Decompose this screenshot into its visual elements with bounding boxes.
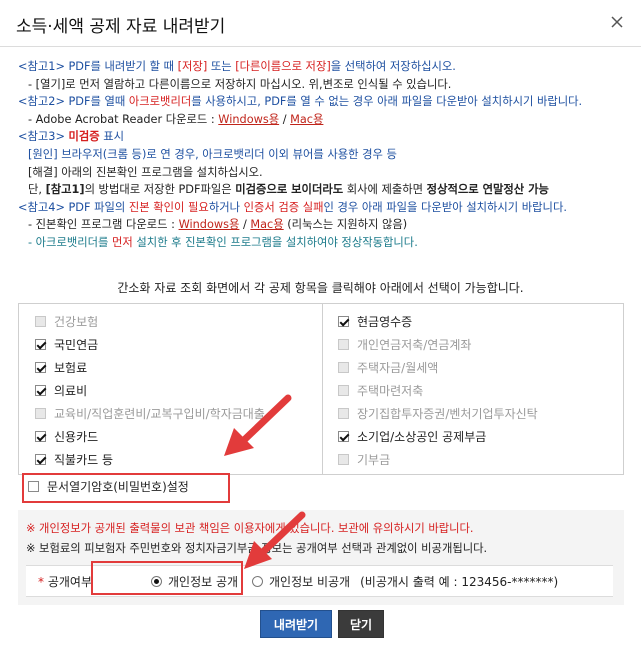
close-icon[interactable] <box>607 12 627 32</box>
right-item[interactable]: 소기업/소상공인 공제부금 <box>338 427 486 445</box>
right-item: 주택자금/월세액 <box>338 358 438 376</box>
note3: <참고3> 미검증 표시 <box>18 130 125 144</box>
item-label: 건강보험 <box>54 314 99 329</box>
radio-private[interactable]: 개인정보 비공개 (비공개시 출력 예 : 123456-*******) <box>252 573 558 590</box>
item-checkbox[interactable] <box>35 338 46 350</box>
item-checkbox[interactable] <box>338 315 349 327</box>
left-item[interactable]: 보험료 <box>35 358 87 376</box>
item-checkbox[interactable] <box>35 453 46 465</box>
item-label: 국민연금 <box>54 337 99 352</box>
left-item[interactable]: 국민연금 <box>35 335 98 353</box>
acrobat-mac-link[interactable]: Mac용 <box>290 113 323 126</box>
reference-notes: <참고1> PDF를 내려받기 할 때 [저장] 또는 [다른이름으로 저장]을… <box>18 58 628 252</box>
item-label: 신용카드 <box>54 429 99 444</box>
item-checkbox[interactable] <box>338 430 349 442</box>
item-label: 직불카드 등 <box>54 452 114 467</box>
verifier-windows-link[interactable]: Windows용 <box>179 218 240 231</box>
left-item[interactable]: 신용카드 <box>35 427 98 445</box>
item-checkbox <box>338 361 349 373</box>
item-label: 개인연금저축/연금계좌 <box>357 337 472 352</box>
note2: <참고2> PDF를 열때 아크로뱃리더를 사용하시고, PDF를 열 수 없는… <box>18 95 583 109</box>
close-button[interactable]: 닫기 <box>338 610 384 638</box>
item-checkbox[interactable] <box>35 384 46 396</box>
left-item[interactable]: 직불카드 등 <box>35 450 113 468</box>
item-checkbox <box>35 407 46 419</box>
item-label: 장기집합투자증권/벤처기업투자신탁 <box>357 406 538 421</box>
item-checkbox[interactable] <box>35 430 46 442</box>
note3-fix: [해결] 아래의 진본확인 프로그램을 설치하십시오. <box>28 165 263 179</box>
item-checkbox <box>338 453 349 465</box>
download-dialog: 소득·세액 공제 자료 내려받기 <참고1> PDF를 내려받기 할 때 [저장… <box>0 0 641 649</box>
item-label: 의료비 <box>54 383 88 398</box>
item-checkbox <box>35 315 46 327</box>
note1-sub: - [열기]로 먼저 열람하고 다른이름으로 저장하지 마십시오. 위,변조로 … <box>28 77 452 91</box>
deduction-items-panel: 건강보험 국민연금 보험료 의료비 교육비/직업훈련비/교복구입비/학자금대출 신용카드 직… <box>18 303 624 475</box>
note2-sub: - Adobe Acrobat Reader 다운로드 : Windows용 /… <box>28 112 324 126</box>
item-checkbox <box>338 384 349 396</box>
note4-sub2: - 아크로뱃리더를 먼저 설치한 후 진본확인 프로그램을 설치하여야 정상작동… <box>28 235 418 249</box>
right-item: 장기집합투자증권/벤처기업투자신탁 <box>338 404 538 422</box>
item-checkbox <box>338 338 349 350</box>
item-label: 주택자금/월세액 <box>357 360 439 375</box>
dialog-title: 소득·세액 공제 자료 내려받기 <box>16 17 226 37</box>
dialog-titlebar: 소득·세액 공제 자료 내려받기 <box>0 0 641 47</box>
selection-instruction: 간소화 자료 조회 화면에서 각 공제 항목을 클릭해야 아래에서 선택이 가능… <box>117 281 524 295</box>
item-label: 소기업/소상공인 공제부금 <box>357 429 487 444</box>
item-label: 현금영수증 <box>357 314 413 329</box>
note4: <참고4> PDF 파일의 진본 확인이 필요하거나 인증서 검증 실패인 경우… <box>18 200 567 214</box>
left-item[interactable]: 의료비 <box>35 381 87 399</box>
highlight-box-disclosure <box>91 561 243 595</box>
annotation-arrow-1 <box>224 394 292 456</box>
right-item[interactable]: 현금영수증 <box>338 312 412 330</box>
right-item: 기부금 <box>338 450 390 468</box>
right-item-column: 현금영수증개인연금저축/연금계좌주택자금/월세액주택마련저축장기집합투자증권/벤… <box>322 304 625 474</box>
right-item: 주택마련저축 <box>338 381 423 399</box>
item-checkbox <box>338 407 349 419</box>
left-item: 건강보험 <box>35 312 98 330</box>
item-checkbox[interactable] <box>35 361 46 373</box>
private-output-example: (비공개시 출력 예 : 123456-*******) <box>360 575 559 589</box>
note3-extra: 단, [참고1]의 방법대로 저장한 PDF파일은 미검증으로 보이더라도 회사… <box>28 183 549 197</box>
note3-cause: [원인] 브라우저(크롬 등)로 연 경우, 아크로뱃리더 이외 뷰어를 사용한… <box>28 147 397 161</box>
note1: <참고1> PDF를 내려받기 할 때 [저장] 또는 [다른이름으로 저장]을… <box>18 60 456 73</box>
disclosure-label: * 공개여부 <box>38 575 92 589</box>
highlight-box-password <box>22 473 230 503</box>
item-label: 보험료 <box>54 360 88 375</box>
verifier-mac-link[interactable]: Mac용 <box>250 218 283 231</box>
note4-sub: - 진본확인 프로그램 다운로드 : Windows용 / Mac용 (리눅스는… <box>28 218 408 232</box>
annotation-arrow-2 <box>244 511 306 569</box>
download-button[interactable]: 내려받기 <box>260 610 332 638</box>
radio-private-dot[interactable] <box>252 576 263 587</box>
acrobat-windows-link[interactable]: Windows용 <box>218 113 279 126</box>
right-item: 개인연금저축/연금계좌 <box>338 335 471 353</box>
item-label: 주택마련저축 <box>357 383 424 398</box>
item-label: 기부금 <box>357 452 391 467</box>
